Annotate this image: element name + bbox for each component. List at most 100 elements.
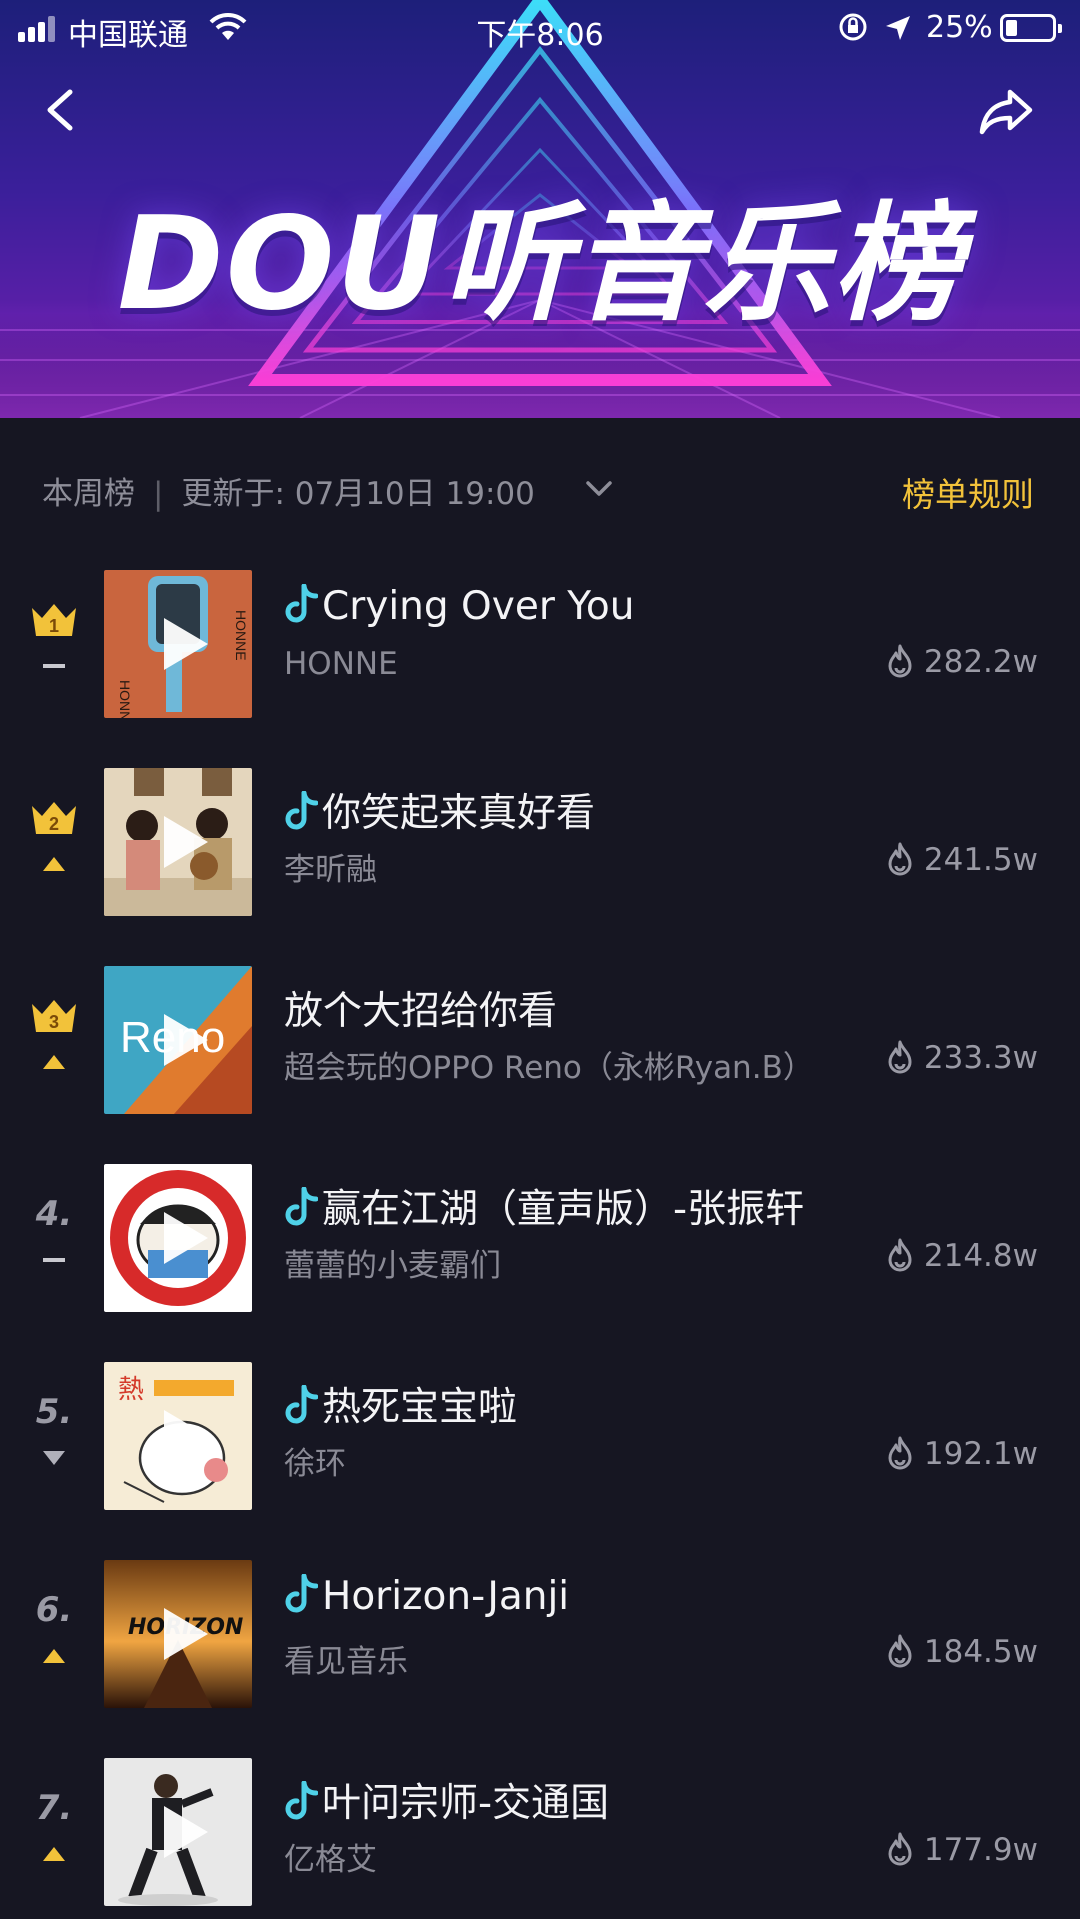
song-title[interactable]: 你笑起来真好看 xyxy=(284,782,595,838)
heat-value: 177.9w xyxy=(923,1832,1038,1868)
play-button[interactable] xyxy=(150,1404,214,1468)
rank-number: 2 xyxy=(49,814,59,834)
chart-rules-link[interactable]: 榜单规则 xyxy=(902,468,1034,516)
heat-value: 192.1w xyxy=(923,1436,1038,1472)
svg-text:HONNE: HONNE xyxy=(233,610,249,661)
douyin-note-icon xyxy=(285,1574,318,1613)
song-title-text: 赢在江湖（童声版）-张振轩 xyxy=(322,1187,805,1232)
status-bar: 中国联通 下午8:06 25% xyxy=(0,0,1080,60)
crown-icon: 2 xyxy=(32,802,76,834)
clock: 下午8:06 xyxy=(476,18,604,53)
song-title-text: Crying Over You xyxy=(322,584,635,629)
share-button[interactable] xyxy=(976,86,1036,138)
rank-number: 4. xyxy=(35,1194,73,1234)
song-title-text: 热死宝宝啦 xyxy=(322,1385,518,1430)
artist-name[interactable]: 徐环 xyxy=(284,1438,346,1483)
douyin-note-icon xyxy=(285,1385,318,1424)
artist-name[interactable]: HONNE xyxy=(284,646,398,682)
heat-value: 233.3w xyxy=(923,1040,1038,1076)
update-time: 更新于: 07月10日 19:00 xyxy=(181,476,535,512)
song-row[interactable]: 5. 熱 热死宝宝啦徐环 192.1w xyxy=(0,1352,1080,1518)
play-button[interactable] xyxy=(150,1602,214,1666)
song-title-text: 你笑起来真好看 xyxy=(322,791,596,836)
trend-same-icon xyxy=(43,664,65,668)
rank-number: 5. xyxy=(35,1392,73,1432)
artist-name[interactable]: 亿格艾 xyxy=(284,1834,377,1879)
song-title-text: Horizon-Janji xyxy=(322,1574,570,1619)
douyin-note-icon xyxy=(285,584,318,623)
song-title[interactable]: 赢在江湖（童声版）-张振轩 xyxy=(284,1178,804,1234)
song-row[interactable]: 3 Reno 放个大招给你看超会玩的OPPO Reno（永彬Ryan.B） 233.3… xyxy=(0,956,1080,1122)
album-cover[interactable]: Reno xyxy=(104,966,252,1114)
song-title-text: 叶问宗师-交通国 xyxy=(322,1781,610,1826)
heat-count: 184.5w xyxy=(886,1634,1038,1670)
artist-name[interactable]: 李昕融 xyxy=(284,844,377,889)
song-title[interactable]: 放个大招给你看 xyxy=(284,980,557,1036)
trend-down-icon xyxy=(43,1451,65,1465)
album-cover[interactable] xyxy=(104,1758,252,1906)
rank-number: 1 xyxy=(49,616,59,636)
svg-text:HONNE: HONNE xyxy=(117,680,133,718)
heat-value: 241.5w xyxy=(923,842,1038,878)
play-button[interactable] xyxy=(150,612,214,676)
album-cover[interactable] xyxy=(104,1164,252,1312)
flame-icon xyxy=(888,1238,912,1272)
trend-up-icon xyxy=(43,1847,65,1861)
song-row[interactable]: 4. 赢在江湖（童声版）-张振轩蕾蕾的小麦霸们 214.8w xyxy=(0,1154,1080,1320)
divider: | xyxy=(153,476,164,512)
location-icon xyxy=(886,16,910,40)
heat-count: 177.9w xyxy=(886,1832,1038,1868)
song-title[interactable]: 叶问宗师-交通国 xyxy=(284,1772,609,1828)
heat-value: 282.2w xyxy=(923,644,1038,680)
battery-icon xyxy=(1000,14,1062,42)
trend-up-icon xyxy=(43,1649,65,1663)
crown-icon: 1 xyxy=(32,604,76,636)
song-title[interactable]: 热死宝宝啦 xyxy=(284,1376,517,1432)
header-banner: 中国联通 下午8:06 25% DOU听音乐榜 xyxy=(0,0,1080,418)
chevron-down-icon[interactable] xyxy=(584,478,614,500)
rank-badge: 4. xyxy=(24,1194,84,1284)
flame-icon xyxy=(888,842,912,876)
song-row[interactable]: 2 你笑起来真好看李昕融 241.5w xyxy=(0,758,1080,924)
rank-badge: 1 xyxy=(24,600,84,690)
battery-percent: 25% xyxy=(926,10,993,45)
flame-icon xyxy=(888,1436,912,1470)
play-button[interactable] xyxy=(150,1008,214,1072)
album-cover[interactable] xyxy=(104,768,252,916)
artist-name[interactable]: 看见音乐 xyxy=(284,1636,408,1681)
album-cover[interactable]: HORIZON xyxy=(104,1560,252,1708)
rank-number: 3 xyxy=(49,1012,59,1032)
song-row[interactable]: 6. HORIZON Horizon-Janji 看见音乐 184.5w xyxy=(0,1550,1080,1716)
back-button[interactable] xyxy=(36,80,86,140)
heat-value: 214.8w xyxy=(923,1238,1038,1274)
douyin-note-icon xyxy=(285,1781,318,1820)
artist-name[interactable]: 超会玩的OPPO Reno（永彬Ryan.B） xyxy=(284,1042,814,1087)
trend-up-icon xyxy=(43,857,65,871)
heat-count: 282.2w xyxy=(886,644,1038,680)
album-cover[interactable]: 熱 xyxy=(104,1362,252,1510)
heat-count: 241.5w xyxy=(886,842,1038,878)
douyin-note-icon xyxy=(285,791,318,830)
rank-number: 7. xyxy=(35,1788,73,1828)
svg-text:熱: 熱 xyxy=(118,1375,144,1405)
trend-same-icon xyxy=(43,1258,65,1262)
douyin-note-icon xyxy=(285,1187,318,1226)
flame-icon xyxy=(888,1832,912,1866)
rank-badge: 5. xyxy=(24,1392,84,1482)
play-button[interactable] xyxy=(150,1206,214,1270)
heat-value: 184.5w xyxy=(923,1634,1038,1670)
album-cover[interactable]: HONNE HONNE xyxy=(104,570,252,718)
song-title[interactable]: Horizon-Janji xyxy=(284,1574,569,1619)
trend-up-icon xyxy=(43,1055,65,1069)
play-button[interactable] xyxy=(150,1800,214,1864)
play-button[interactable] xyxy=(150,810,214,874)
rank-badge: 2 xyxy=(24,798,84,888)
flame-icon xyxy=(888,644,912,678)
heat-count: 233.3w xyxy=(886,1040,1038,1076)
song-row[interactable]: 7. 叶问宗师-交通国亿格艾 177.9w xyxy=(0,1748,1080,1914)
song-title[interactable]: Crying Over You xyxy=(284,584,634,629)
period-label: 本周榜 xyxy=(42,476,135,512)
rank-badge: 7. xyxy=(24,1788,84,1878)
artist-name[interactable]: 蕾蕾的小麦霸们 xyxy=(284,1240,501,1285)
song-row[interactable]: 1 HONNE HONNE Crying Over You HONNE 282.2w xyxy=(0,560,1080,726)
